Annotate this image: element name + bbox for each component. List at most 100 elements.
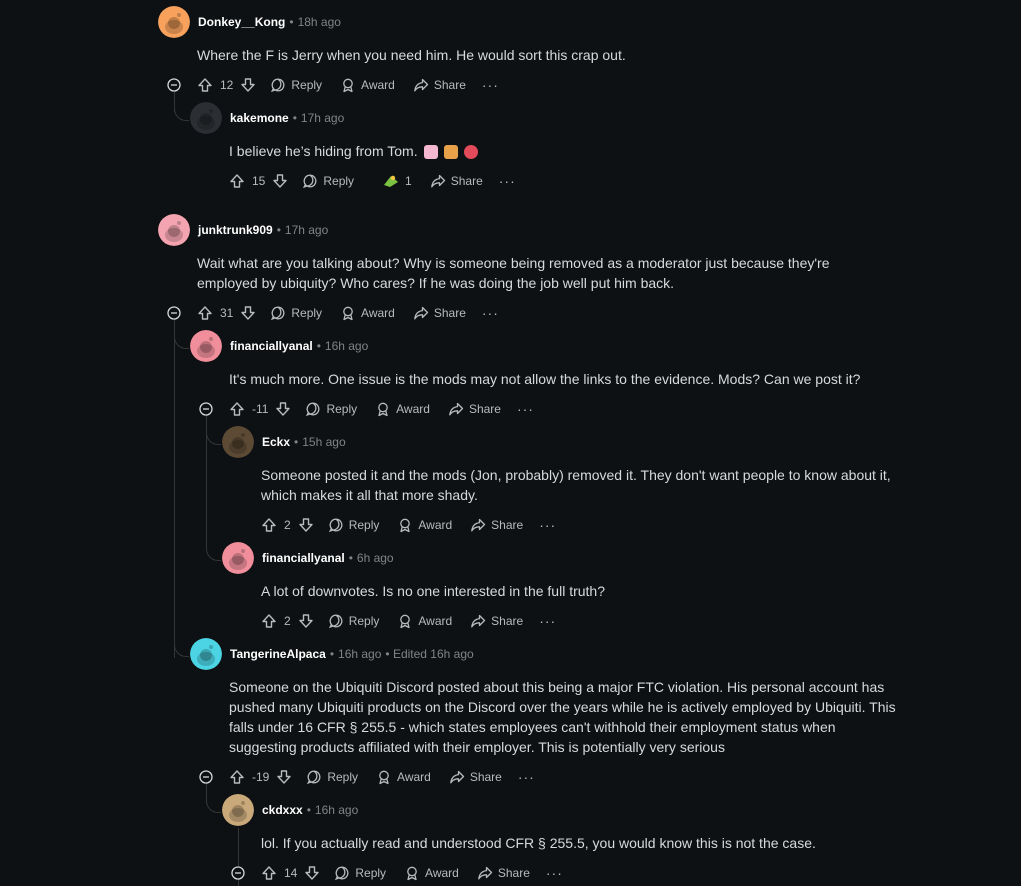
upvote-icon[interactable]: [229, 769, 245, 785]
more-options-button[interactable]: ···: [546, 865, 563, 881]
comment-timestamp[interactable]: 16h ago: [338, 647, 381, 661]
award-button[interactable]: Award: [375, 401, 430, 417]
collapse-thread-button[interactable]: [199, 770, 213, 784]
comment-timestamp[interactable]: 17h ago: [285, 223, 328, 237]
reply-button[interactable]: Reply: [306, 769, 358, 785]
upvote-icon[interactable]: [261, 613, 277, 629]
share-button[interactable]: Share: [448, 401, 501, 417]
award-button[interactable]: Award: [340, 77, 395, 93]
award-button[interactable]: Award: [397, 517, 452, 533]
comment-timestamp[interactable]: 6h ago: [357, 551, 394, 565]
comment-author[interactable]: Donkey__Kong: [198, 15, 285, 29]
laughing-emoji-icon: [463, 145, 478, 160]
award-button[interactable]: Award: [340, 305, 395, 321]
upvote-icon[interactable]: [197, 305, 213, 321]
share-button[interactable]: Share: [413, 305, 466, 321]
more-options-button[interactable]: ···: [482, 77, 499, 93]
downvote-icon[interactable]: [240, 77, 256, 93]
vote-count: 2: [284, 614, 291, 628]
comment-author[interactable]: financiallyanal: [262, 551, 345, 565]
comment-header: kakemone • 17h ago: [230, 110, 344, 126]
reply-icon: [270, 77, 291, 93]
award-button[interactable]: Award: [376, 769, 431, 785]
share-button[interactable]: Share: [470, 613, 523, 629]
more-options-button[interactable]: ···: [499, 173, 516, 189]
upvote-icon[interactable]: [229, 173, 245, 189]
collapse-thread-button[interactable]: [167, 306, 181, 320]
more-options-button[interactable]: ···: [518, 769, 535, 785]
thread-curve: [206, 540, 221, 561]
downvote-icon[interactable]: [298, 613, 314, 629]
share-label: Share: [450, 174, 483, 188]
avatar[interactable]: [190, 638, 222, 670]
more-options-button[interactable]: ···: [539, 613, 556, 629]
comment-author[interactable]: TangerineAlpaca: [230, 647, 326, 661]
reply-button[interactable]: Reply: [305, 401, 357, 417]
comment-timestamp[interactable]: 16h ago: [325, 339, 368, 353]
downvote-icon[interactable]: [275, 401, 291, 417]
thread-curve: [174, 636, 189, 657]
comment-author[interactable]: ckdxxx: [262, 803, 303, 817]
downvote-icon[interactable]: [304, 865, 320, 881]
more-options-button[interactable]: ···: [517, 401, 534, 417]
comment-author[interactable]: kakemone: [230, 111, 289, 125]
downvote-icon[interactable]: [240, 305, 256, 321]
mouse-emoji-icon: [423, 145, 438, 160]
share-button[interactable]: Share: [470, 517, 523, 533]
avatar[interactable]: [158, 214, 190, 246]
upvote-icon[interactable]: [261, 865, 277, 881]
avatar[interactable]: [190, 102, 222, 134]
comment-timestamp[interactable]: 15h ago: [302, 435, 345, 449]
downvote-icon[interactable]: [298, 517, 314, 533]
reply-button[interactable]: Reply: [270, 305, 322, 321]
comment-body: lol. If you actually read and understood…: [261, 835, 816, 851]
more-options-button[interactable]: ···: [539, 517, 556, 533]
reply-button[interactable]: Reply: [328, 613, 379, 629]
avatar[interactable]: [190, 330, 222, 362]
share-label: Share: [433, 306, 466, 320]
avatar[interactable]: [222, 794, 254, 826]
reply-button[interactable]: Reply: [328, 517, 379, 533]
comment-author[interactable]: junktrunk909: [198, 223, 273, 237]
award-icon: [340, 77, 361, 93]
more-options-button[interactable]: ···: [482, 305, 499, 321]
share-button[interactable]: Share: [449, 769, 502, 785]
reply-button[interactable]: Reply: [334, 865, 386, 881]
comment-action-bar: 2 Reply Award Share ···: [261, 611, 556, 631]
meta-separator: •: [292, 111, 297, 125]
gift-award-icon: [382, 173, 405, 189]
award-button[interactable]: Award: [397, 613, 452, 629]
downvote-icon[interactable]: [276, 769, 292, 785]
comment-author[interactable]: Eckx: [262, 435, 290, 449]
avatar[interactable]: [222, 542, 254, 574]
downvote-icon[interactable]: [272, 173, 288, 189]
share-button[interactable]: Share: [477, 865, 530, 881]
reply-button[interactable]: Reply: [270, 77, 322, 93]
comment-timestamp[interactable]: 17h ago: [301, 111, 344, 125]
reply-icon: [328, 613, 349, 629]
comment-author[interactable]: financiallyanal: [230, 339, 313, 353]
award-button[interactable]: 1: [382, 173, 412, 189]
comment-timestamp[interactable]: 16h ago: [315, 803, 358, 817]
reply-icon: [305, 401, 326, 417]
upvote-icon[interactable]: [197, 77, 213, 93]
collapse-thread-button[interactable]: [167, 78, 181, 92]
avatar[interactable]: [158, 6, 190, 38]
award-button[interactable]: Award: [404, 865, 459, 881]
vote-count: 14: [284, 866, 298, 880]
reply-button[interactable]: Reply: [302, 173, 354, 189]
meta-separator: •: [316, 339, 321, 353]
comment-timestamp[interactable]: 18h ago: [298, 15, 341, 29]
share-icon: [448, 401, 469, 417]
thread-line: [174, 320, 175, 658]
upvote-icon[interactable]: [229, 401, 245, 417]
collapse-thread-button[interactable]: [231, 866, 245, 880]
vote-count: -11: [252, 402, 269, 416]
share-button[interactable]: Share: [413, 77, 466, 93]
collapse-thread-button[interactable]: [199, 402, 213, 416]
avatar[interactable]: [222, 426, 254, 458]
upvote-icon[interactable]: [261, 517, 277, 533]
award-label: Award: [418, 614, 453, 628]
award-icon: [340, 305, 361, 321]
share-button[interactable]: Share: [430, 173, 483, 189]
